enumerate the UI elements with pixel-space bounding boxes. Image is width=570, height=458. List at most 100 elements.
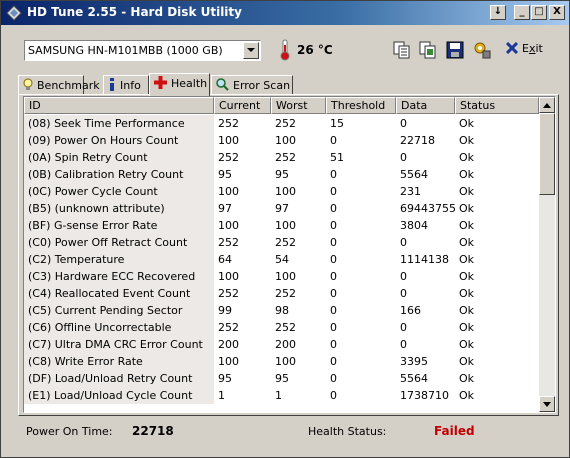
table-row[interactable]: (C6) Offline Uncorrectable 252 252 0 0 Ok — [24, 319, 539, 336]
table-row[interactable]: (08) Seek Time Performance 252 252 15 0 Ok — [24, 115, 539, 132]
column-header-id[interactable]: ID — [24, 97, 214, 114]
table-row[interactable]: (C5) Current Pending Sector 99 98 0 166 Ok — [24, 302, 539, 319]
cell-current: 95 — [218, 168, 232, 181]
cell-worst: 98 — [275, 304, 289, 317]
tab-benchmark-label: Benchmark — [37, 79, 100, 92]
cell-worst: 252 — [275, 151, 296, 164]
scroll-thumb[interactable] — [539, 113, 555, 195]
cell-threshold: 0 — [330, 219, 337, 232]
table-row[interactable]: (C8) Write Error Rate 100 100 0 3395 Ok — [24, 353, 539, 370]
cell-id: (BF) G-sense Error Rate — [24, 217, 214, 234]
table-row[interactable]: (0C) Power Cycle Count 100 100 0 231 Ok — [24, 183, 539, 200]
cell-threshold: 0 — [330, 338, 337, 351]
table-row[interactable]: (C3) Hardware ECC Recovered 100 100 0 0 Ok — [24, 268, 539, 285]
cell-worst: 100 — [275, 185, 296, 198]
table-row[interactable]: (0A) Spin Retry Count 252 252 51 0 Ok — [24, 149, 539, 166]
cell-data: 0 — [400, 338, 407, 351]
cell-current: 100 — [218, 355, 239, 368]
column-header-worst[interactable]: Worst — [271, 97, 326, 114]
chevron-down-icon[interactable] — [243, 42, 259, 59]
table-row[interactable]: (DF) Load/Unload Retry Count 95 95 0 5564 Ok — [24, 370, 539, 387]
cell-status: Ok — [459, 389, 475, 402]
cell-status: Ok — [459, 253, 475, 266]
drive-select[interactable]: SAMSUNG HN-M101MBB (1000 GB) — [24, 40, 261, 61]
cell-data: 3395 — [400, 355, 428, 368]
cell-id: (C7) Ultra DMA CRC Error Count — [24, 336, 214, 353]
cell-threshold: 0 — [330, 270, 337, 283]
cell-data: 0 — [400, 117, 407, 130]
cell-worst: 100 — [275, 355, 296, 368]
copy-text-icon[interactable] — [393, 41, 411, 59]
table-row[interactable]: (09) Power On Hours Count 100 100 0 22718 Ok — [24, 132, 539, 149]
tab-error-scan[interactable]: Error Scan — [211, 75, 293, 95]
vertical-scrollbar[interactable] — [539, 97, 555, 412]
cell-status: Ok — [459, 304, 475, 317]
table-row[interactable]: (C4) Reallocated Event Count 252 252 0 0 Ok — [24, 285, 539, 302]
tab-info[interactable]: Info — [103, 75, 149, 95]
cell-threshold: 0 — [330, 355, 337, 368]
table-row[interactable]: (BF) G-sense Error Rate 100 100 0 3804 Ok — [24, 217, 539, 234]
toolbar: SAMSUNG HN-M101MBB (1000 GB) 26 °C Exit — [1, 25, 569, 73]
smart-table[interactable]: ID Current Worst Threshold Data Status (08) S… — [23, 96, 556, 413]
tab-info-label: Info — [120, 79, 141, 92]
minimize-button[interactable]: _ — [514, 5, 530, 20]
cell-threshold: 15 — [330, 117, 344, 130]
maximize-button[interactable]: □ — [531, 5, 547, 20]
cell-id: (C0) Power Off Retract Count — [24, 234, 214, 251]
cell-id: (C2) Temperature — [24, 251, 214, 268]
cell-status: Ok — [459, 372, 475, 385]
title-bar[interactable]: HD Tune 2.55 - Hard Disk Utility ↓ _ □ X — [1, 1, 569, 25]
table-row[interactable]: (C7) Ultra DMA CRC Error Count 200 200 0 0 Ok — [24, 336, 539, 353]
cell-id: (DF) Load/Unload Retry Count — [24, 370, 214, 387]
cell-data: 166 — [400, 304, 421, 317]
table-row[interactable]: (B5) (unknown attribute) 97 97 0 69443755 Ok — [24, 200, 539, 217]
close-button[interactable]: X — [549, 5, 565, 20]
column-header-current[interactable]: Current — [214, 97, 271, 114]
cell-threshold: 51 — [330, 151, 344, 164]
cell-status: Ok — [459, 270, 475, 283]
cell-current: 97 — [218, 202, 232, 215]
cell-status: Ok — [459, 185, 475, 198]
options-icon[interactable] — [473, 41, 491, 59]
cell-worst: 252 — [275, 287, 296, 300]
cell-status: Ok — [459, 338, 475, 351]
cell-id: (C5) Current Pending Sector — [24, 302, 214, 319]
copy-screenshot-icon[interactable] — [419, 41, 437, 59]
status-bar: Power On Time: 22718 Health Status: Fail… — [1, 417, 569, 457]
table-row[interactable]: (E1) Load/Unload Cycle Count 1 1 0 1738710 Ok — [24, 387, 539, 404]
rollup-button[interactable]: ↓ — [490, 5, 506, 20]
drive-select-value: SAMSUNG HN-M101MBB (1000 GB) — [28, 44, 223, 57]
cell-data: 22718 — [400, 134, 435, 147]
hdtune-app-icon — [6, 5, 22, 21]
cell-id: (0A) Spin Retry Count — [24, 149, 214, 166]
table-row[interactable]: (C2) Temperature 64 54 0 1114138 Ok — [24, 251, 539, 268]
cell-status: Ok — [459, 202, 475, 215]
cell-threshold: 0 — [330, 202, 337, 215]
cell-status: Ok — [459, 151, 475, 164]
column-header-data[interactable]: Data — [396, 97, 455, 114]
cell-worst: 200 — [275, 338, 296, 351]
exit-label-first: E — [522, 42, 529, 55]
column-header-threshold[interactable]: Threshold — [326, 97, 396, 114]
scroll-up-button[interactable] — [539, 97, 555, 113]
cell-worst: 252 — [275, 321, 296, 334]
table-row[interactable]: (C0) Power Off Retract Count 252 252 0 0 Ok — [24, 234, 539, 251]
table-row[interactable]: (0B) Calibration Retry Count 95 95 0 5564 Ok — [24, 166, 539, 183]
cell-threshold: 0 — [330, 321, 337, 334]
cell-current: 100 — [218, 185, 239, 198]
cell-threshold: 0 — [330, 304, 337, 317]
save-icon[interactable] — [446, 41, 464, 59]
app-window: HD Tune 2.55 - Hard Disk Utility ↓ _ □ X… — [0, 0, 570, 458]
exit-x-icon — [505, 41, 519, 55]
cell-threshold: 0 — [330, 134, 337, 147]
cell-threshold: 0 — [330, 185, 337, 198]
cell-threshold: 0 — [330, 253, 337, 266]
column-header-status[interactable]: Status — [455, 97, 539, 114]
scroll-down-button[interactable] — [539, 396, 555, 412]
tab-benchmark[interactable]: Benchmark — [18, 75, 100, 95]
magnifier-icon — [216, 78, 229, 91]
cell-threshold: 0 — [330, 389, 337, 402]
temperature-value: 26 °C — [297, 43, 333, 57]
tab-health[interactable]: Health — [149, 73, 210, 96]
exit-button[interactable]: Exit — [505, 41, 543, 55]
